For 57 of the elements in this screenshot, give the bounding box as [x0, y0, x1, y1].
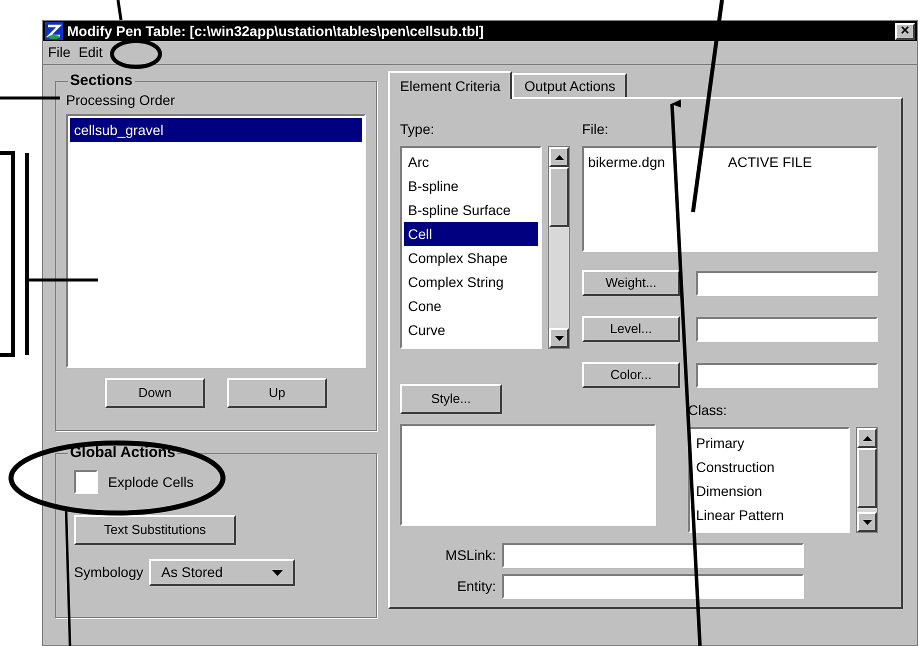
attribute-field[interactable]	[696, 362, 878, 388]
class-list[interactable]: Primary Construction Dimension Linear Pattern	[688, 427, 850, 533]
list-item[interactable]: Complex String	[404, 270, 538, 294]
app-logo-icon	[45, 22, 63, 40]
scrollbar[interactable]	[856, 427, 878, 533]
list-item[interactable]: Curve	[404, 318, 538, 342]
move-button[interactable]: Up	[227, 378, 327, 408]
checkbox[interactable]	[74, 470, 98, 494]
attribute-field[interactable]	[696, 316, 878, 342]
list-item[interactable]: B-spline Surface	[404, 198, 538, 222]
close-button[interactable]: ×	[895, 22, 915, 40]
list-item[interactable]: Construction	[692, 455, 846, 479]
menu-item[interactable]: File	[48, 42, 71, 63]
scroll-down-icon[interactable]	[857, 512, 877, 532]
file-list[interactable]: bikerme.dgn ACTIVE FILE	[582, 146, 878, 252]
mslink-field[interactable]	[502, 543, 804, 568]
list-item[interactable]: cellsub_gravel	[70, 118, 362, 142]
type-label: Type:	[400, 120, 436, 139]
attribute-button[interactable]: Color...	[582, 362, 680, 388]
file-name: bikerme.dgn	[588, 152, 666, 172]
style-button[interactable]: Style...	[400, 384, 502, 414]
text-substitutions-button[interactable]: Text Substitutions	[74, 515, 236, 545]
type-list[interactable]: Arc B-spline B-spline Surface Cell Complex Shape Complex String Cone Curve	[400, 146, 542, 349]
list-item[interactable]: Cone	[404, 294, 538, 318]
list-item[interactable]: B-spline	[404, 174, 538, 198]
attribute-field[interactable]	[696, 270, 878, 296]
tab[interactable]: Element Criteria	[388, 71, 512, 99]
window-title: Modify Pen Table: [c:\win32app\ustation\tables\pen\cellsub.tbl]	[67, 22, 485, 41]
mslink-label: MSLink:	[444, 546, 496, 565]
list-item[interactable]: Arc	[404, 150, 538, 174]
tab[interactable]: Output Actions	[512, 73, 628, 97]
dropdown-caret-icon	[272, 570, 284, 576]
move-button[interactable]: Down	[105, 378, 205, 408]
list-item[interactable]: Dimension	[692, 479, 846, 503]
processing-order-list[interactable]: cellsub_gravel	[66, 114, 366, 368]
list-item[interactable]: Linear Pattern	[692, 503, 846, 527]
symbology-label: Symbology	[74, 563, 144, 582]
scroll-up-icon[interactable]	[857, 428, 877, 448]
list-item[interactable]: Cell	[404, 222, 538, 246]
menu-item[interactable]: Edit	[78, 42, 103, 63]
scroll-up-icon[interactable]	[549, 147, 569, 167]
attribute-button[interactable]: Level...	[582, 316, 680, 342]
file-status: ACTIVE FILE	[728, 152, 812, 172]
symbology-dropdown[interactable]: As Stored	[149, 559, 296, 586]
checkbox-label: Explode Cells	[108, 472, 194, 492]
entity-label: Entity:	[456, 577, 496, 596]
scroll-down-icon[interactable]	[549, 328, 569, 348]
list-item[interactable]: Primary	[692, 431, 846, 455]
scroll-thumb[interactable]	[549, 167, 569, 227]
attribute-button[interactable]: Weight...	[582, 270, 680, 296]
list-label: Processing Order	[66, 91, 176, 110]
callout-line	[0, 96, 60, 100]
list-item[interactable]: Complex Shape	[404, 246, 538, 270]
scroll-thumb[interactable]	[857, 448, 877, 508]
file-label: File:	[582, 120, 610, 139]
entity-field[interactable]	[502, 574, 804, 599]
scrollbar[interactable]	[548, 146, 570, 349]
